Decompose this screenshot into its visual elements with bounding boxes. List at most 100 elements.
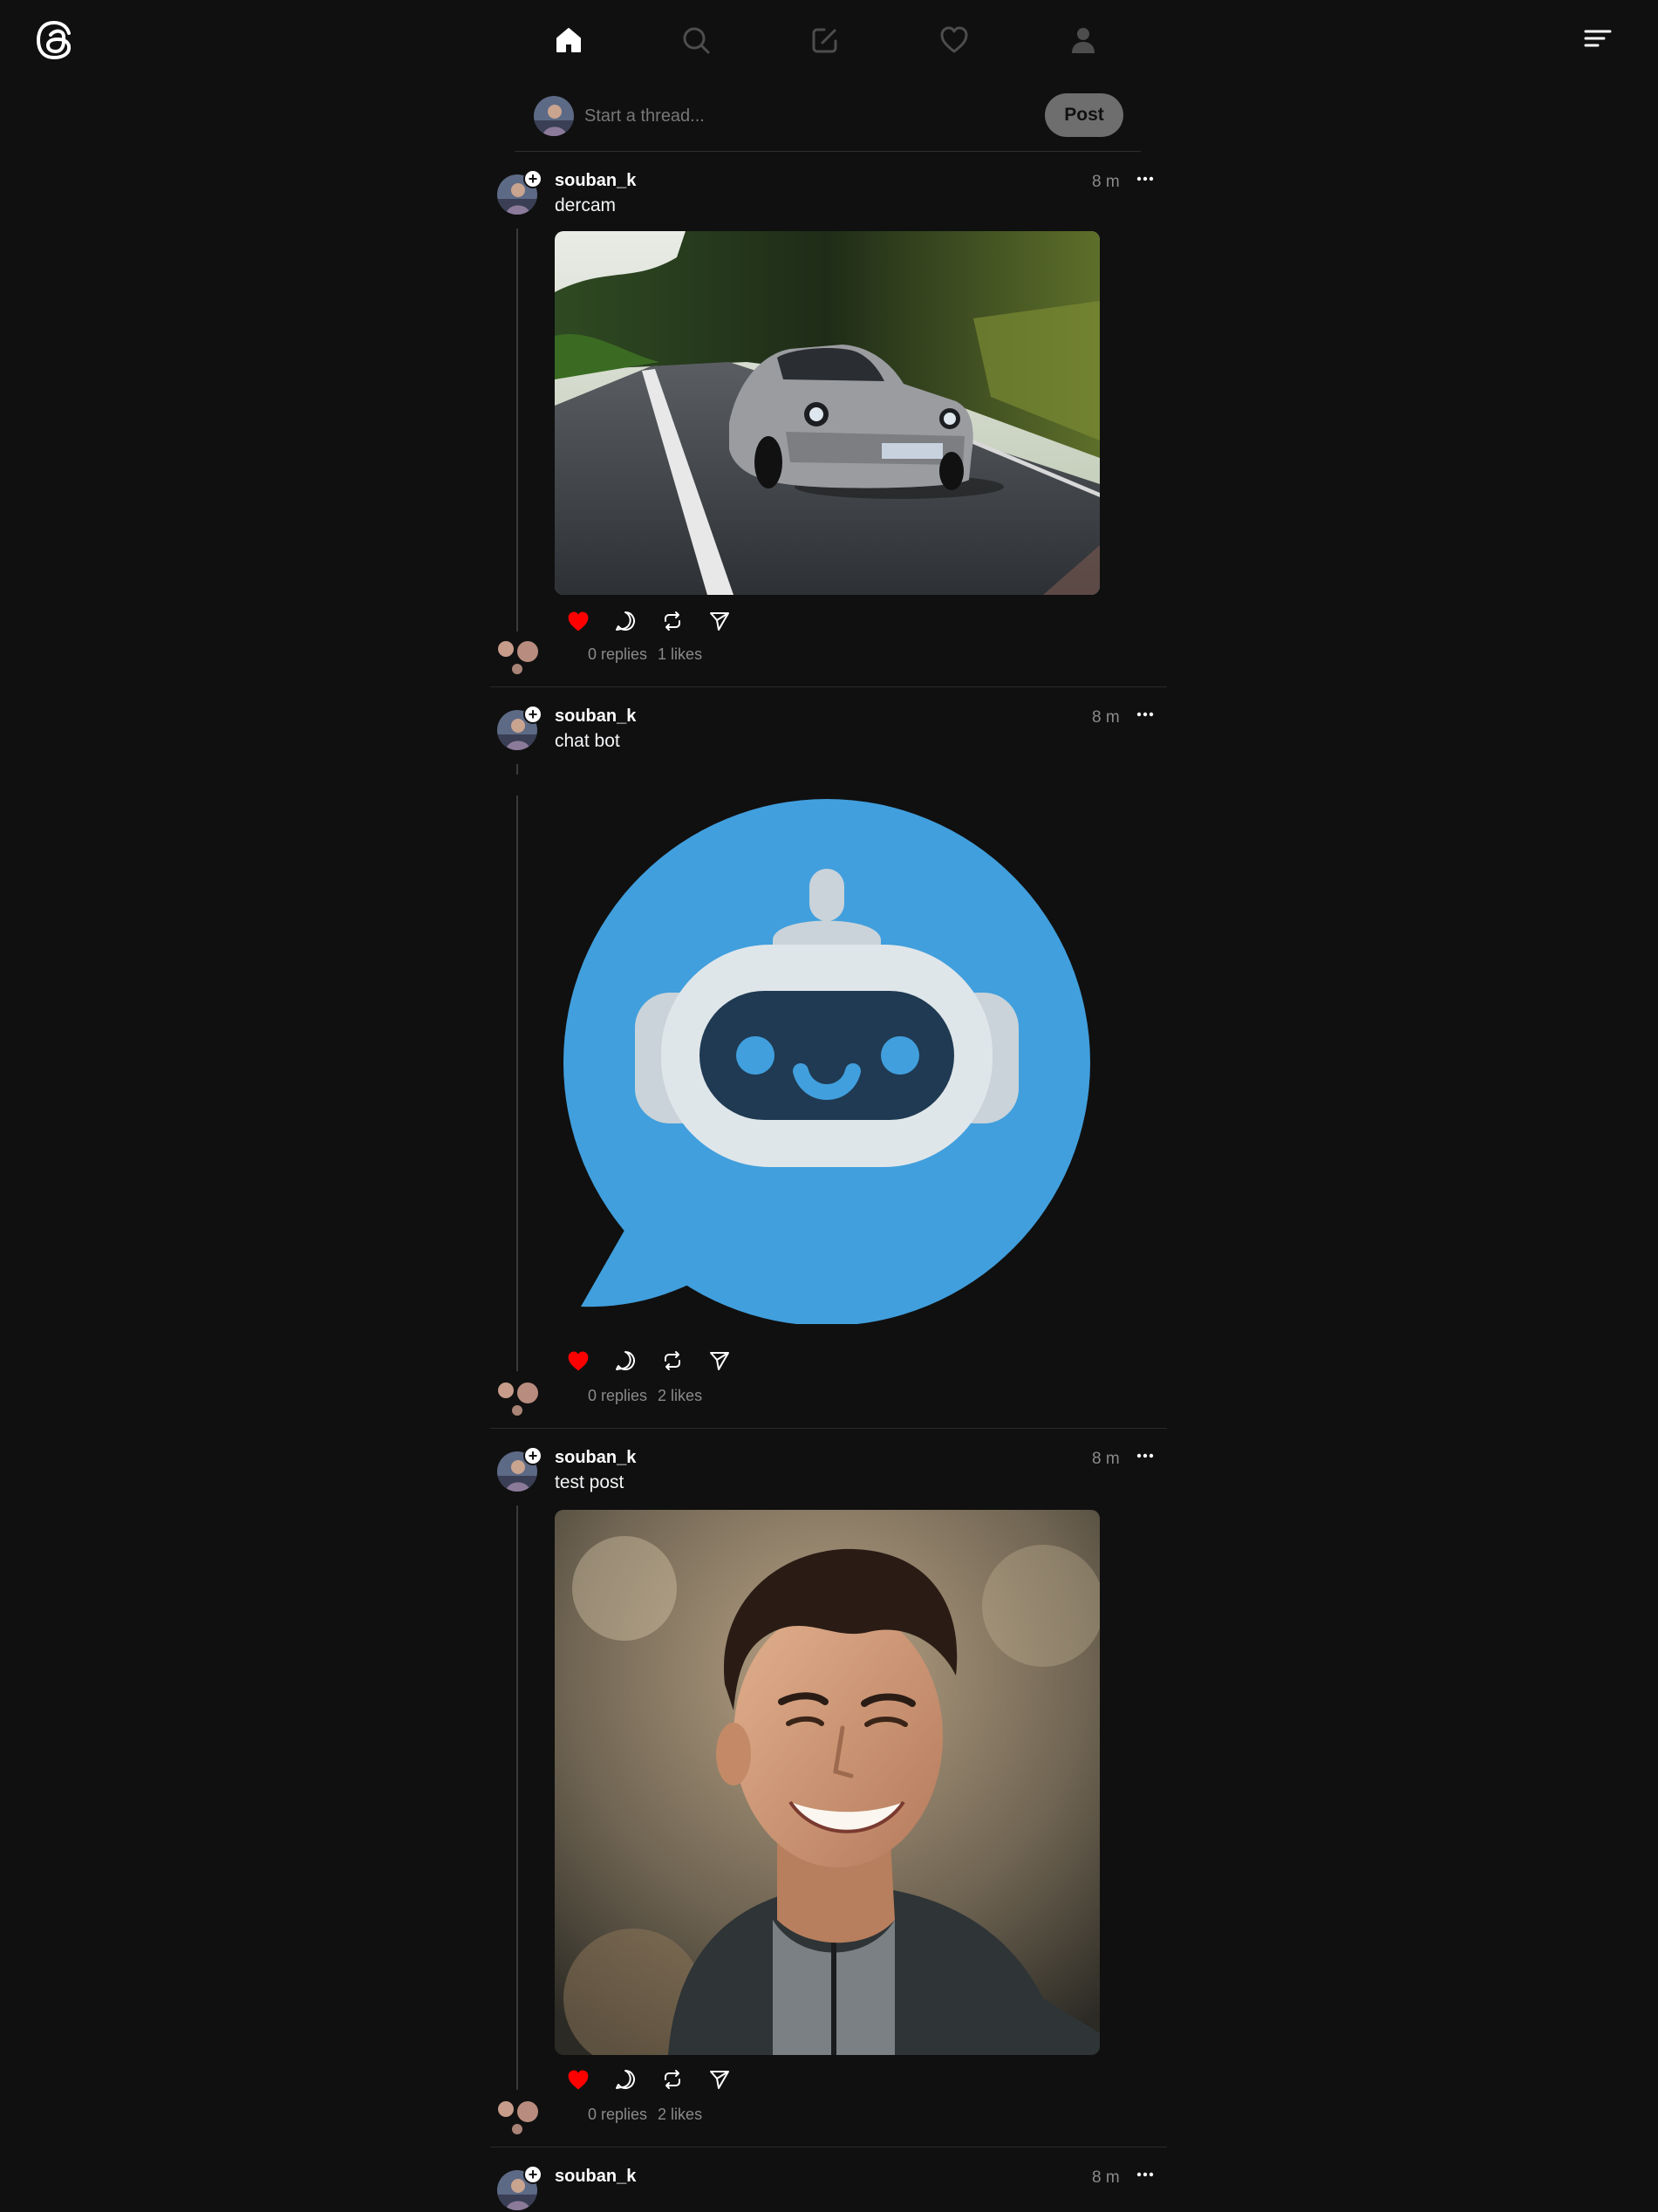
send-icon [710, 2071, 729, 2089]
post-image[interactable] [555, 775, 1100, 1324]
avatar[interactable]: + [497, 2165, 542, 2210]
more-options-button[interactable] [1132, 166, 1158, 192]
post-stats: 0 replies 1 likes [588, 645, 713, 664]
avatar [497, 1382, 515, 1399]
comment-icon [616, 2070, 635, 2089]
replies-count[interactable]: 0 replies [588, 2106, 647, 2123]
thread-composer: Start a thread... Post [515, 87, 1141, 152]
heart-icon [940, 26, 968, 53]
post-time: 8 m [1092, 708, 1120, 727]
like-button[interactable] [563, 1346, 593, 1376]
menu-button[interactable] [1582, 26, 1614, 52]
comment-icon [616, 611, 635, 631]
avatar [511, 2123, 523, 2135]
user-icon [1072, 28, 1095, 53]
avatar[interactable]: + [497, 169, 542, 215]
thread-line [516, 764, 518, 775]
avatar[interactable]: + [497, 1446, 542, 1492]
username[interactable]: souban_k [555, 171, 636, 191]
nav-create[interactable] [790, 17, 860, 63]
more-icon [1136, 712, 1154, 717]
reply-avatars [494, 640, 542, 677]
thread-line [516, 795, 518, 1371]
post-stats: 0 replies 2 likes [588, 2106, 713, 2124]
nav-search[interactable] [661, 17, 731, 63]
repost-button[interactable] [658, 1346, 687, 1376]
post-text: test post [555, 1472, 624, 1492]
more-options-button[interactable] [1132, 1443, 1158, 1469]
more-options-button[interactable] [1132, 2161, 1158, 2188]
post: + souban_k test post 8 m 0 replies 2 lik… [490, 1439, 1167, 2147]
replies-count[interactable]: 0 replies [588, 645, 647, 663]
more-icon [1136, 1453, 1154, 1458]
post-image[interactable] [555, 1510, 1100, 2055]
threads-logo-icon[interactable] [35, 19, 73, 61]
reply-avatars [494, 2100, 542, 2137]
replies-count[interactable]: 0 replies [588, 1387, 647, 1404]
reply-button[interactable] [611, 606, 640, 636]
repost-button[interactable] [658, 606, 687, 636]
likes-count[interactable]: 2 likes [658, 1387, 702, 1404]
username[interactable]: souban_k [555, 1448, 636, 1468]
like-button[interactable] [563, 606, 593, 636]
avatar [516, 640, 539, 663]
post-stats: 0 replies 2 likes [588, 1387, 713, 1405]
repost-icon [665, 611, 680, 631]
post: + souban_k 8 m [490, 2158, 1167, 2212]
share-button[interactable] [705, 2065, 734, 2094]
main-nav [534, 17, 1127, 63]
heart-filled-icon [568, 611, 589, 632]
home-icon [556, 28, 581, 52]
thread-input[interactable]: Start a thread... [584, 106, 1003, 126]
reply-avatars [494, 1382, 542, 1418]
comment-icon [616, 1351, 635, 1370]
post-actions [563, 2065, 755, 2094]
post-image[interactable] [555, 231, 1100, 595]
send-icon [710, 612, 729, 631]
search-icon [683, 27, 710, 54]
nav-profile[interactable] [1048, 17, 1118, 63]
post: + souban_k chat bot 8 m 0 replies 2 like… [490, 698, 1167, 1429]
username[interactable]: souban_k [555, 707, 636, 727]
avatar [511, 1404, 523, 1417]
post-text: dercam [555, 195, 617, 215]
post-actions [563, 1346, 755, 1376]
post-actions [563, 606, 755, 636]
avatar[interactable] [534, 96, 574, 136]
avatar [511, 663, 523, 675]
repost-icon [665, 2070, 680, 2089]
likes-count[interactable]: 2 likes [658, 2106, 702, 2123]
more-icon [1136, 2172, 1154, 2177]
heart-filled-icon [568, 1351, 589, 1371]
post-time: 8 m [1092, 173, 1120, 191]
reply-button[interactable] [611, 2065, 640, 2094]
post-button[interactable]: Post [1045, 93, 1123, 137]
follow-plus-icon[interactable]: + [523, 2165, 542, 2184]
menu-icon [1584, 30, 1612, 47]
post: + souban_k dercam 8 m 0 replies 1 likes [490, 162, 1167, 687]
send-icon [710, 1352, 729, 1370]
avatar[interactable]: + [497, 705, 542, 750]
thread-line [516, 1505, 518, 2090]
repost-icon [665, 1351, 680, 1370]
like-button[interactable] [563, 2065, 593, 2094]
portrait-photo [555, 1510, 1100, 2055]
more-options-button[interactable] [1132, 701, 1158, 727]
post-time: 8 m [1092, 2168, 1120, 2187]
chatbot-illustration [555, 775, 1100, 1324]
top-bar [0, 0, 1658, 80]
likes-count[interactable]: 1 likes [658, 645, 702, 663]
follow-plus-icon[interactable]: + [523, 1446, 542, 1465]
follow-plus-icon[interactable]: + [523, 169, 542, 188]
share-button[interactable] [705, 1346, 734, 1376]
avatar [497, 640, 515, 658]
username[interactable]: souban_k [555, 2167, 636, 2187]
follow-plus-icon[interactable]: + [523, 705, 542, 724]
reply-button[interactable] [611, 1346, 640, 1376]
car-photo [555, 231, 1100, 595]
share-button[interactable] [705, 606, 734, 636]
more-icon [1136, 176, 1154, 181]
nav-activity[interactable] [919, 17, 989, 63]
repost-button[interactable] [658, 2065, 687, 2094]
nav-home[interactable] [534, 17, 604, 63]
